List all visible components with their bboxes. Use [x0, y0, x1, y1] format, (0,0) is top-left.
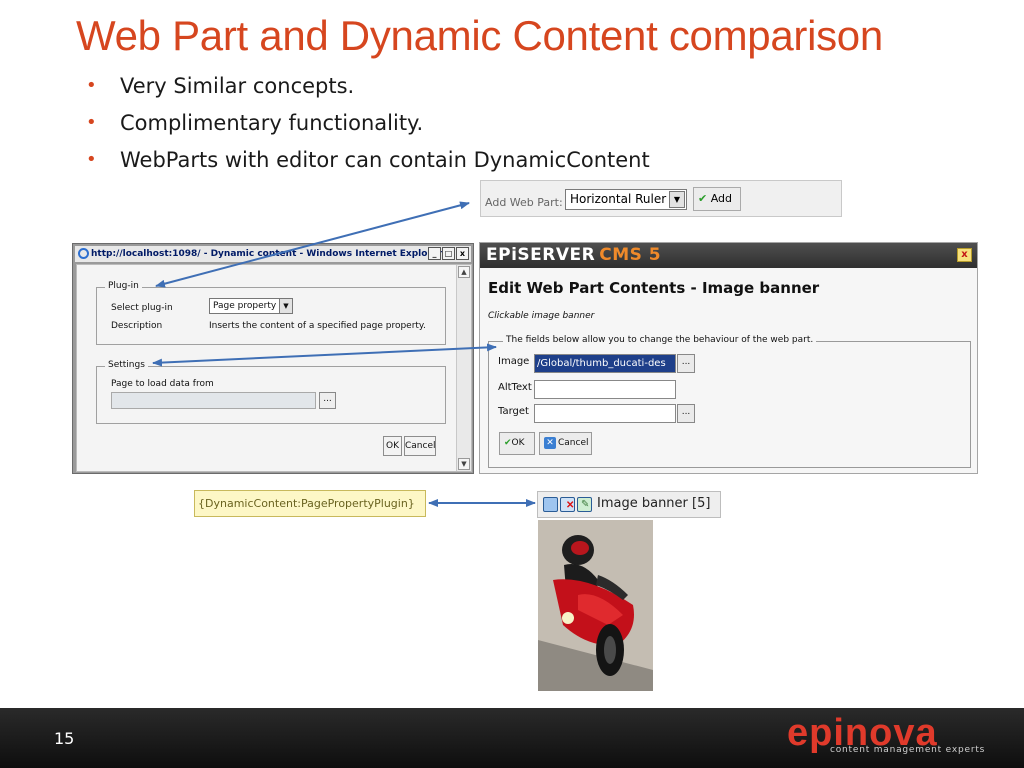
page-number: 15: [54, 729, 75, 748]
arrow-plugin-to-add-web-part: [155, 201, 470, 288]
connector-arrows: [152, 201, 536, 507]
logo-tagline: content management experts: [830, 745, 986, 755]
arrow-settings-to-fields: [152, 343, 497, 367]
